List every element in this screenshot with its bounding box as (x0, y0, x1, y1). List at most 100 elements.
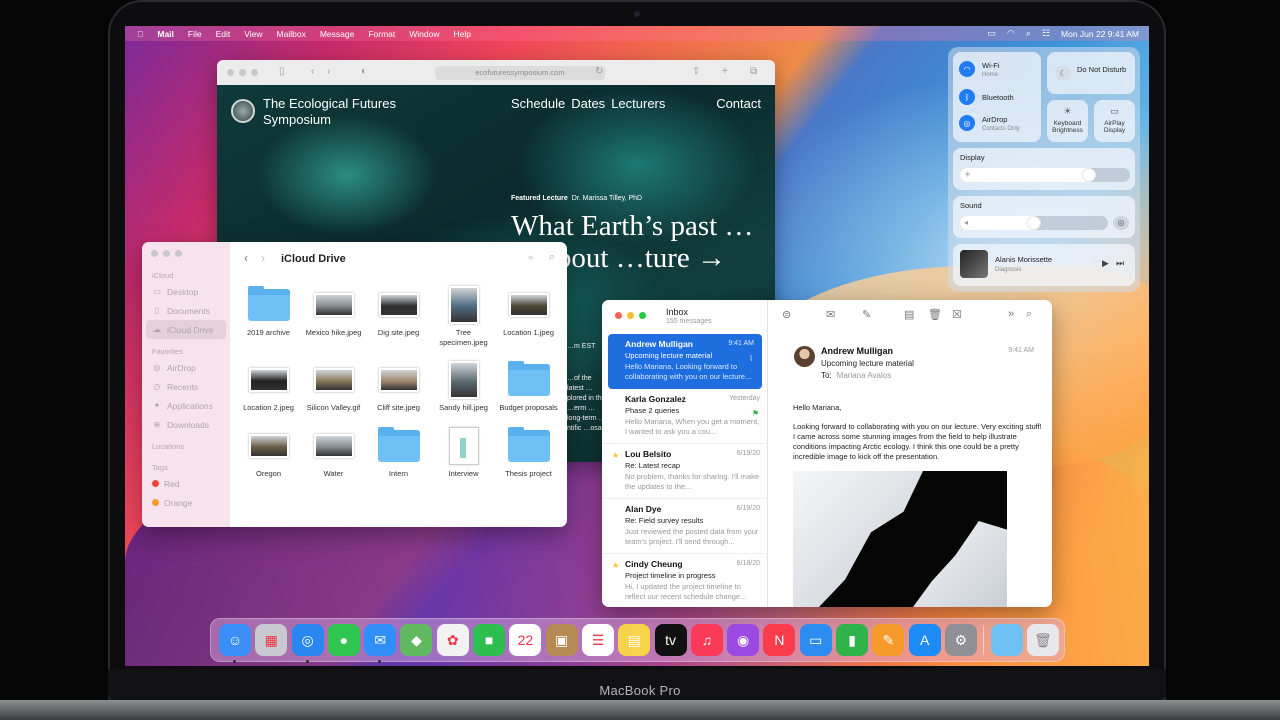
maps-app[interactable]: ◆ (400, 624, 433, 656)
menu-app-name[interactable]: Mail (157, 29, 174, 39)
close-button[interactable] (227, 69, 234, 76)
podcasts-app[interactable]: ◉ (727, 624, 760, 656)
zoom-button[interactable] (251, 69, 258, 76)
airdrop-icon[interactable]: ◎ (959, 115, 975, 131)
menu-window[interactable]: Window (409, 29, 439, 39)
site-name[interactable]: The Ecological Futures Symposium (263, 96, 403, 128)
sidebar-item-downloads[interactable]: ⊕ Downloads (142, 415, 230, 434)
address-bar[interactable]: ecofuturessymposium.com (435, 66, 605, 80)
photos-app[interactable]: ✿ (436, 624, 469, 656)
file-item[interactable]: Dig site.jpeg (366, 286, 431, 347)
file-item[interactable]: Intern (366, 426, 431, 479)
sidebar-tag-red[interactable]: Red (142, 474, 230, 493)
facetime-app[interactable]: ■ (473, 624, 506, 656)
sidebar-item-desktop[interactable]: ▭ Desktop (142, 282, 230, 301)
file-item[interactable]: Thesis project (496, 426, 561, 479)
new-tab-icon[interactable]: + (722, 66, 728, 77)
finder-app[interactable]: ☺ (219, 624, 251, 663)
tabs-overview-icon[interactable]: ⧉ (750, 66, 757, 77)
downloads-stack[interactable] (990, 624, 1023, 656)
file-item[interactable]: Location 1.jpeg (496, 286, 561, 347)
airplay-display-button[interactable]: ▭ AirPlay Display (1094, 100, 1135, 142)
apple-menu-icon[interactable]:  (137, 29, 143, 39)
slider-knob[interactable] (1083, 169, 1095, 181)
contacts-app[interactable]: ▣ (545, 624, 578, 656)
close-button[interactable] (151, 250, 158, 257)
notes-app[interactable]: ▤ (618, 624, 651, 656)
music-app[interactable]: ♫ (690, 624, 723, 656)
numbers-app[interactable]: ▮ (836, 624, 869, 656)
news-app[interactable]: N (763, 624, 796, 656)
archive-icon[interactable]: ▤ (904, 308, 914, 321)
search-icon[interactable]: ⌕ (549, 251, 555, 264)
minimize-button[interactable] (239, 69, 246, 76)
more-icon[interactable]: » (528, 252, 533, 262)
envelope-icon[interactable]: ✉ (826, 308, 835, 321)
forward-icon[interactable]: › (327, 66, 330, 77)
file-item[interactable]: Water (301, 427, 366, 479)
menu-view[interactable]: View (244, 29, 262, 39)
wifi-icon[interactable]: ◠ (959, 61, 975, 77)
back-icon[interactable]: ‹ (311, 66, 314, 77)
menu-help[interactable]: Help (454, 29, 471, 39)
keynote-app[interactable]: ▭ (799, 624, 832, 656)
wifi-status-icon[interactable]: ◠ (1007, 29, 1015, 38)
file-item[interactable]: 2019 archive (236, 286, 301, 347)
keyboard-brightness-button[interactable]: ☀ Keyboard Brightness (1047, 100, 1088, 142)
sidebar-tag-orange[interactable]: Orange (142, 493, 230, 512)
sound-slider[interactable]: ◂ (960, 216, 1108, 230)
pages-app[interactable]: ✎ (872, 624, 905, 656)
minimize-button[interactable] (163, 250, 170, 257)
file-item[interactable]: Cliff site.jpeg (366, 361, 431, 413)
system-preferences-app[interactable]: ⚙ (944, 624, 977, 656)
sidebar-item-recents[interactable]: ◷ Recents (142, 377, 230, 396)
file-item[interactable]: Tree specimen.jpeg (431, 286, 496, 347)
message-row[interactable]: Karla Gonzalez Yesterday Phase 2 queries He… (602, 389, 768, 444)
menu-edit[interactable]: Edit (216, 29, 231, 39)
close-button[interactable] (615, 312, 622, 319)
file-item[interactable]: Interview (431, 426, 496, 479)
sidebar-item-icloud-drive[interactable]: ☁ iCloud Drive (146, 320, 226, 339)
back-icon[interactable]: ‹ (244, 251, 248, 265)
file-item[interactable]: Oregon (236, 427, 301, 479)
slider-knob[interactable] (1028, 217, 1040, 229)
recipient-name[interactable]: Mariana Avalos (837, 371, 892, 380)
trash-icon[interactable]: 🗑 (1026, 624, 1059, 656)
reminders-app[interactable]: ☰ (581, 624, 614, 656)
more-icon[interactable]: » (1008, 308, 1014, 320)
file-item[interactable]: Silicon Valley.gif (301, 361, 366, 413)
sidebar-item-applications[interactable]: ✦ Applications (142, 396, 230, 415)
sidebar-icon[interactable]: ▯ (279, 66, 285, 77)
message-row[interactable]: Andrew Mulligan 9:41 AM Upcoming lecture m… (608, 334, 762, 389)
battery-icon[interactable]: ▭ (988, 29, 997, 38)
search-icon[interactable]: ⌕ (1026, 308, 1032, 321)
mail-app[interactable]: ✉ (364, 624, 397, 663)
minimize-button[interactable] (627, 312, 634, 319)
tv-app[interactable]: tv (654, 624, 687, 656)
symposium-logo[interactable] (231, 99, 255, 123)
nav-dates[interactable]: Dates (571, 96, 605, 111)
safari-app[interactable]: ◎ (291, 624, 324, 663)
skip-forward-icon[interactable]: ⏭ (1116, 258, 1124, 269)
file-item[interactable]: Sandy hill.jpeg (431, 361, 496, 413)
forward-icon[interactable]: › (261, 251, 265, 265)
menu-file[interactable]: File (188, 29, 202, 39)
nav-contact[interactable]: Contact (716, 96, 761, 111)
file-item[interactable]: Mexico hike.jpeg (301, 286, 366, 347)
menu-message[interactable]: Message (320, 29, 355, 39)
messages-app[interactable]: ● (327, 624, 360, 656)
play-icon[interactable]: ▶ (1102, 258, 1109, 269)
dnd-toggle[interactable]: ☾ Do Not Disturb (1047, 52, 1135, 94)
zoom-button[interactable] (639, 312, 646, 319)
bluetooth-icon[interactable]: ᛒ (959, 89, 975, 105)
sidebar-item-airdrop[interactable]: ◎ AirDrop (142, 358, 230, 377)
menu-mailbox[interactable]: Mailbox (277, 29, 306, 39)
launchpad-app[interactable]: ▦ (255, 624, 288, 656)
app-store-app[interactable]: A (908, 624, 941, 656)
nav-lecturers[interactable]: Lecturers (611, 96, 665, 111)
message-row[interactable]: Lou Belsito 6/19/20 Re: Latest recap No pro… (602, 444, 768, 499)
menu-clock[interactable]: Mon Jun 22 9:41 AM (1061, 29, 1139, 39)
file-item[interactable]: Location 2.jpeg (236, 361, 301, 413)
compose-icon[interactable]: ✎ (862, 308, 871, 321)
spotlight-icon[interactable]: ⌕ (1026, 29, 1031, 38)
